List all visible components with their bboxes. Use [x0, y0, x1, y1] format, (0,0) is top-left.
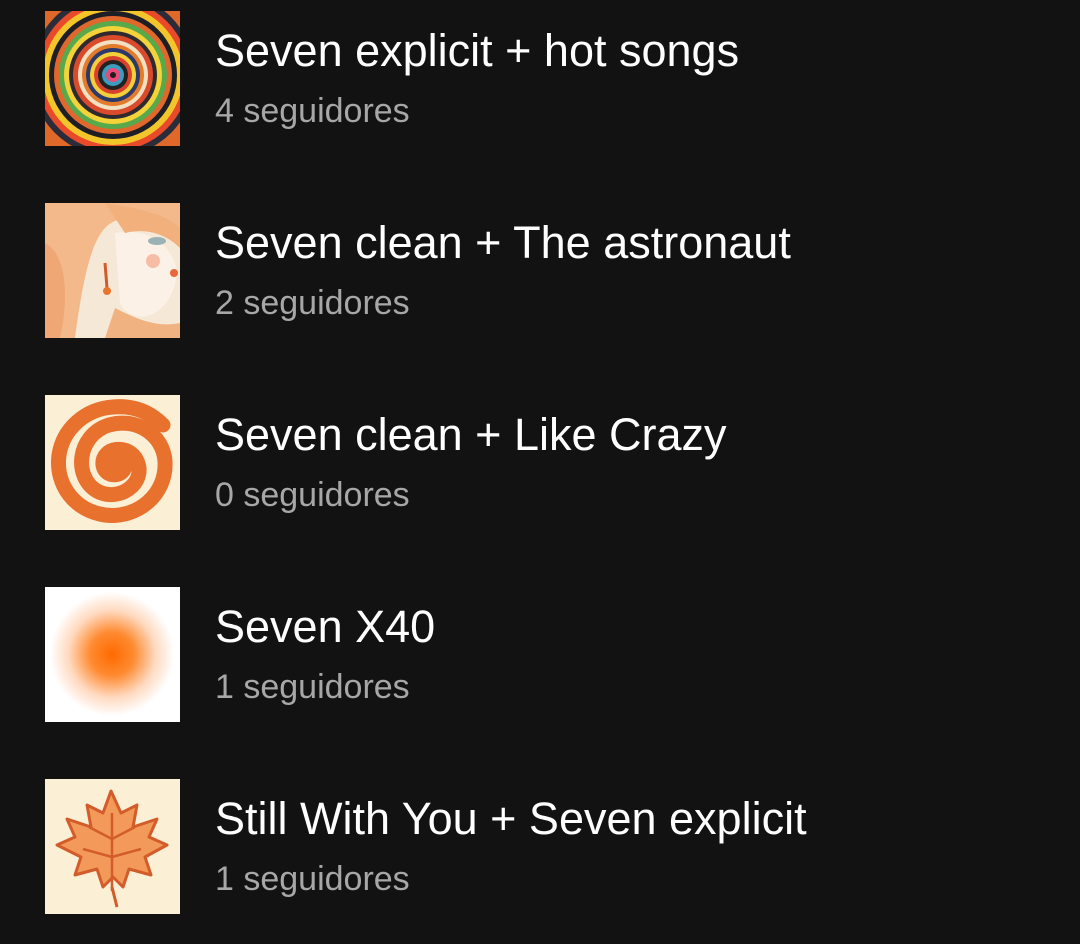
playlist-cover-maple-leaf — [45, 778, 180, 914]
playlist-followers: 1 seguidores — [215, 860, 410, 898]
playlist-title: Seven explicit + hot songs — [215, 25, 740, 76]
playlist-row-seven-explicit-hot-songs[interactable]: Seven explicit + hot songs 4 seguidores — [45, 10, 1045, 146]
playlist-title: Seven clean + Like Crazy — [215, 409, 727, 460]
maple-leaf-image — [45, 778, 180, 914]
playlist-row-seven-clean-like-crazy[interactable]: Seven clean + Like Crazy 0 seguidores — [45, 394, 1045, 530]
playlist-followers: 2 seguidores — [215, 284, 410, 322]
playlist-cover-orange-blur — [45, 586, 180, 722]
playlist-row-seven-x40[interactable]: Seven X40 1 seguidores — [45, 586, 1045, 722]
playlist-cover-concentric-circles — [45, 10, 180, 146]
playlist-followers: 4 seguidores — [215, 92, 410, 130]
playlist-list: Seven explicit + hot songs 4 seguidores … — [0, 0, 1080, 944]
playlist-cover-anime-illustration — [45, 202, 180, 338]
playlist-row-seven-clean-the-astronaut[interactable]: Seven clean + The astronaut 2 seguidores — [45, 202, 1045, 338]
playlist-title: Seven X40 — [215, 601, 436, 652]
playlist-row-still-with-you-seven-explicit[interactable]: Still With You + Seven explicit 1 seguid… — [45, 778, 1045, 914]
orange-blur-image — [45, 586, 180, 722]
playlist-followers: 0 seguidores — [215, 476, 410, 514]
playlist-title: Seven clean + The astronaut — [215, 217, 791, 268]
playlist-cover-orange-spiral — [45, 394, 180, 530]
concentric-circles-image — [45, 10, 180, 146]
anime-girl-image — [45, 202, 180, 338]
orange-spiral-image — [45, 394, 180, 530]
playlist-followers: 1 seguidores — [215, 668, 410, 706]
playlist-title: Still With You + Seven explicit — [215, 793, 807, 844]
